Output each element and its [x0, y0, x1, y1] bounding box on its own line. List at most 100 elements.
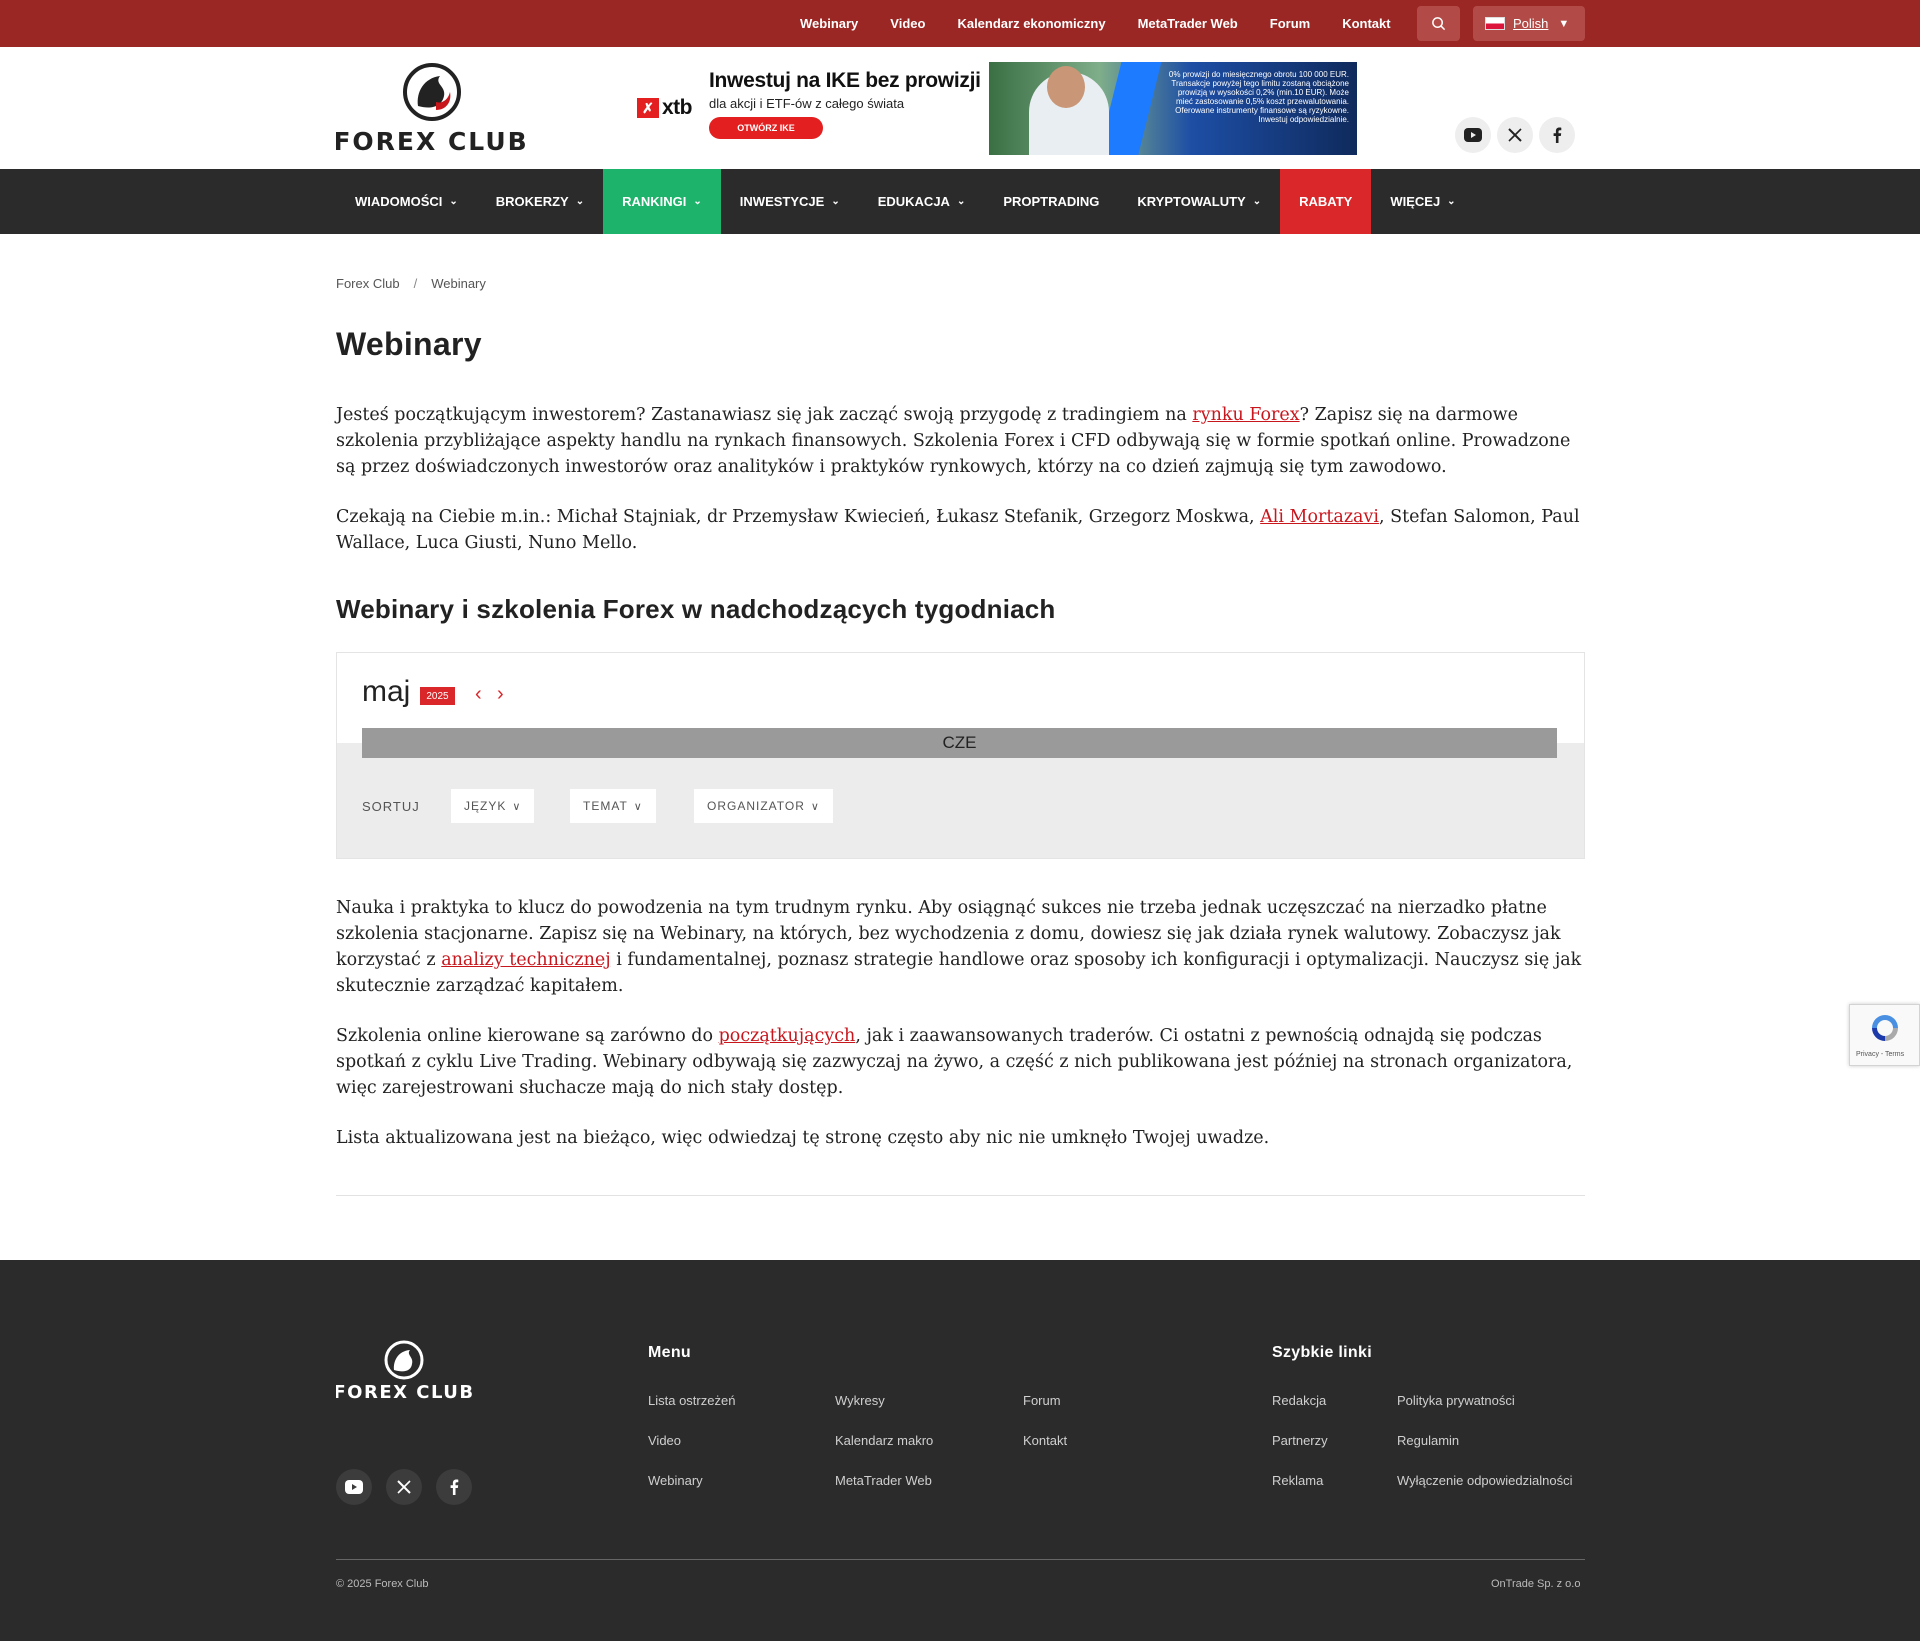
footer-link[interactable]: Kontakt — [1023, 1433, 1067, 1448]
chevron-left-icon[interactable]: ‹ — [475, 683, 482, 706]
intro-paragraph-1: Jesteś początkującym inwestorem? Zastana… — [336, 405, 1571, 477]
calendar-month: maj — [362, 675, 411, 708]
footer-quick-heading: Szybkie linki — [1272, 1344, 1372, 1361]
ad-photo: 0% prowizji do miesięcznego obrotu 100 0… — [989, 62, 1357, 155]
facebook-icon[interactable] — [436, 1469, 472, 1505]
x-icon[interactable] — [1497, 117, 1533, 153]
nav-item-label: RABATY — [1299, 194, 1353, 209]
youtube-icon[interactable] — [1455, 117, 1491, 153]
main-nav: WIADOMOŚCI ⌄ BROKERZY ⌄ RANKINGI ⌄ INWESTYCJE ⌄… — [0, 169, 1920, 234]
page-title: Webinary — [336, 326, 482, 362]
link-ali-mortazavi[interactable]: Ali Mortazavi — [1260, 507, 1379, 527]
facebook-icon[interactable] — [1539, 117, 1575, 153]
nav-item-label: BROKERZY — [495, 194, 569, 209]
ad-disclaimer: 0% prowizji do miesięcznego obrotu 100 0… — [1168, 70, 1349, 124]
ad-cta-button[interactable]: OTWÓRZ IKE — [709, 117, 823, 139]
breadcrumb-home[interactable]: Forex Club — [336, 276, 400, 291]
breadcrumb: Forex Club / Webinary — [336, 276, 486, 291]
filter-language[interactable]: JĘZYK ∨ — [451, 789, 535, 823]
language-selector[interactable]: Polish ▼ — [1473, 6, 1585, 41]
body-paragraph-2: Szkolenia online kierowane są zarówno do… — [336, 1026, 1573, 1098]
svg-text:FOREX CLUB: FOREX CLUB — [336, 127, 526, 156]
link-rynku-forex[interactable]: rynku Forex — [1192, 405, 1299, 425]
header-social — [1455, 117, 1581, 153]
site-footer: FOREX CLUB Menu Lista ostrzeżeń Video We… — [0, 1260, 1920, 1641]
link-poczatkujacych[interactable]: początkujących — [719, 1026, 856, 1046]
chevron-down-icon: ⌄ — [575, 196, 585, 207]
chevron-down-icon: ∨ — [512, 800, 522, 813]
body-paragraph-3: Lista aktualizowana jest na bieżąco, wię… — [336, 1128, 1270, 1148]
svg-text:FOREX CLUB: FOREX CLUB — [336, 1382, 472, 1403]
sort-label: SORTUJ — [362, 799, 420, 814]
link-analizy-technicznej[interactable]: analizy technicznej — [441, 950, 610, 970]
footer-link[interactable]: Partnerzy — [1272, 1433, 1328, 1448]
footer-link[interactable]: Redakcja — [1272, 1393, 1326, 1408]
xtb-mark-icon: ✗ — [637, 98, 659, 118]
top-link-webinary[interactable]: Webinary — [800, 16, 858, 31]
chevron-down-icon: ▼ — [1558, 17, 1570, 30]
filter-topic[interactable]: TEMAT ∨ — [570, 789, 656, 823]
footer-link[interactable]: Reklama — [1272, 1473, 1323, 1488]
content-divider — [336, 1195, 1585, 1196]
footer-link[interactable]: Video — [648, 1433, 681, 1448]
footer-divider — [336, 1559, 1585, 1560]
ad-headline: Inwestuj na IKE bez prowizji — [709, 69, 981, 92]
nav-item-edukacja[interactable]: EDUKACJA ⌄ — [859, 169, 985, 234]
nav-item-wiadomości[interactable]: WIADOMOŚCI ⌄ — [336, 169, 477, 234]
nav-item-więcej[interactable]: WIĘCEJ ⌄ — [1371, 169, 1474, 234]
chevron-down-icon: ∨ — [810, 800, 820, 813]
recaptcha-badge[interactable]: Privacy - Terms — [1849, 1004, 1920, 1066]
nav-item-label: WIADOMOŚCI — [355, 194, 443, 209]
chevron-down-icon: ⌄ — [1252, 196, 1262, 207]
nav-item-label: RANKINGI — [622, 194, 687, 209]
footer-logo[interactable]: FOREX CLUB — [336, 1340, 472, 1404]
footer-link[interactable]: Forum — [1023, 1393, 1061, 1408]
footer-link[interactable]: Polityka prywatności — [1397, 1393, 1515, 1408]
ad-subline: dla akcji i ETF-ów z całego świata — [709, 96, 905, 111]
calendar-day-header: CZE — [362, 728, 1557, 758]
top-link-metatrader[interactable]: MetaTrader Web — [1138, 16, 1238, 31]
chevron-down-icon: ∨ — [633, 800, 643, 813]
top-link-forum[interactable]: Forum — [1270, 16, 1310, 31]
nav-item-label: EDUKACJA — [877, 194, 950, 209]
footer-link[interactable]: Regulamin — [1397, 1433, 1459, 1448]
footer-link[interactable]: Webinary — [648, 1473, 703, 1488]
recaptcha-icon — [1872, 1015, 1898, 1041]
nav-item-rabaty[interactable]: RABATY — [1280, 169, 1372, 234]
poland-flag-icon — [1485, 17, 1505, 30]
webinar-calendar: maj 2025 ‹ › CZE SORTUJ JĘZYK ∨ TEMAT ∨ OR… — [336, 652, 1585, 859]
nav-item-label: INWESTYCJE — [739, 194, 825, 209]
x-icon[interactable] — [386, 1469, 422, 1505]
footer-link[interactable]: Kalendarz makro — [835, 1433, 933, 1448]
filter-organizer[interactable]: ORGANIZATOR ∨ — [694, 789, 833, 823]
search-button[interactable] — [1417, 6, 1460, 41]
recaptcha-terms[interactable]: Privacy - Terms — [1856, 1051, 1904, 1058]
xtb-ad-banner[interactable]: ✗ xtb Inwestuj na IKE bez prowizji dla a… — [633, 62, 1357, 155]
nav-item-kryptowaluty[interactable]: KRYPTOWALUTY ⌄ — [1118, 169, 1280, 234]
nav-item-proptrading[interactable]: PROPTRADING — [984, 169, 1118, 234]
nav-item-brokerzy[interactable]: BROKERZY ⌄ — [477, 169, 603, 234]
chevron-down-icon: ⌄ — [831, 196, 840, 207]
nav-item-label: PROPTRADING — [1003, 194, 1100, 209]
top-link-video[interactable]: Video — [890, 16, 925, 31]
site-header: FOREX CLUB ✗ xtb Inwestuj na IKE bez pro… — [0, 47, 1920, 169]
chevron-down-icon: ⌄ — [449, 196, 458, 207]
footer-link[interactable]: Lista ostrzeżeń — [648, 1393, 735, 1408]
top-link-kalendarz[interactable]: Kalendarz ekonomiczny — [957, 16, 1105, 31]
nav-item-rankingi[interactable]: RANKINGI ⌄ — [603, 169, 721, 234]
nav-item-inwestycje[interactable]: INWESTYCJE ⌄ — [721, 169, 859, 234]
footer-social — [336, 1469, 486, 1505]
top-bar: Webinary Video Kalendarz ekonomiczny Met… — [0, 0, 1920, 47]
chevron-down-icon: ⌄ — [956, 196, 966, 207]
nav-item-label: WIĘCEJ — [1390, 194, 1441, 209]
footer-link[interactable]: Wykresy — [835, 1393, 885, 1408]
forex-club-logo[interactable]: FOREX CLUB — [336, 62, 526, 157]
footer-link[interactable]: Wyłączenie odpowiedzialności — [1397, 1473, 1572, 1488]
top-link-kontakt[interactable]: Kontakt — [1342, 16, 1390, 31]
calendar-year-badge: 2025 — [420, 687, 455, 705]
youtube-icon[interactable] — [336, 1469, 372, 1505]
language-label: Polish — [1513, 16, 1549, 31]
chevron-right-icon[interactable]: › — [497, 683, 504, 706]
breadcrumb-separator: / — [413, 276, 418, 291]
footer-link[interactable]: MetaTrader Web — [835, 1473, 932, 1488]
